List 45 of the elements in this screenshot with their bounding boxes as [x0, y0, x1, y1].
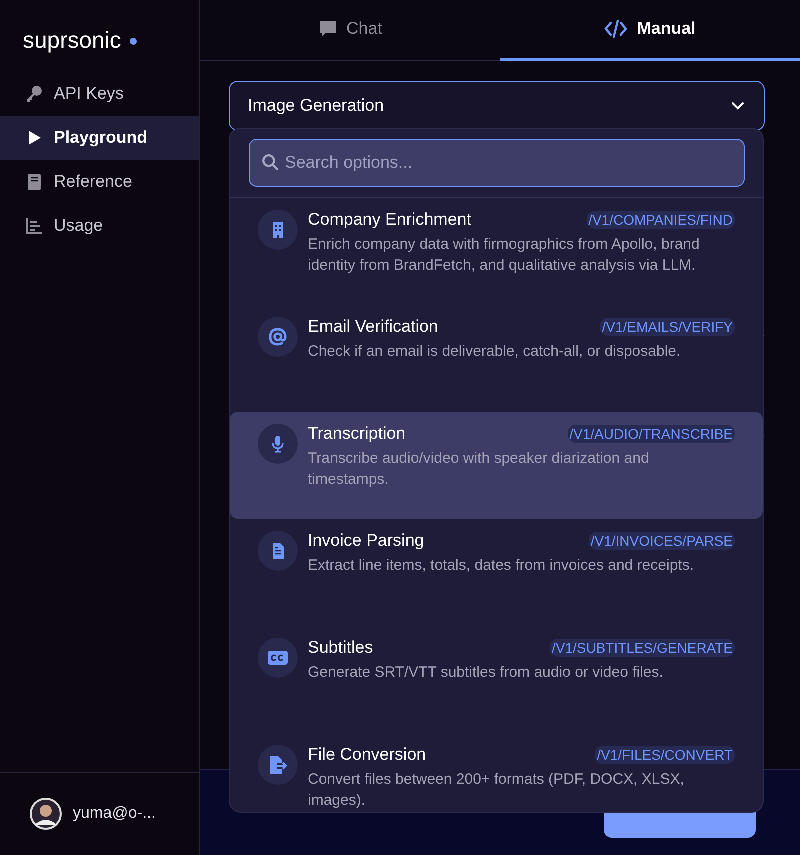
- chart-icon: [25, 217, 43, 235]
- avatar-icon[interactable]: [30, 798, 62, 830]
- option-description: Transcribe audio/video with speaker diarization and timestamps.: [308, 449, 650, 490]
- dropdown-option[interactable]: Company Enrichment /V1/COMPANIES/FIND Enrich company data with firmographics from Apollo, brand identity from BrandFetch, and qualitative analysis via LLM.: [230, 198, 763, 305]
- endpoint-path: /V1/COMPANIES/FIND: [586, 211, 735, 229]
- sidebar-item[interactable]: Playground: [0, 116, 199, 160]
- option-title: File Conversion: [308, 745, 426, 765]
- dropdown-option[interactable]: File Conversion /V1/FILES/CONVERT Convert files between 200+ formats (PDF, DOCX, XLSX, images).: [230, 733, 763, 812]
- dropdown-option[interactable]: Transcription /V1/AUDIO/TRANSCRIBE Transcribe audio/video with speaker diarization and timestamps.: [230, 412, 763, 519]
- search-field[interactable]: Search options...: [249, 139, 745, 187]
- endpoint-path: /V1/FILES/CONVERT: [595, 746, 735, 764]
- option-title: Invoice Parsing: [308, 531, 424, 551]
- closed-captions-icon: [267, 648, 289, 668]
- endpoint-path: /V1/SUBTITLES/GENERATE: [550, 639, 735, 657]
- dropdown-option[interactable]: Subtitles /V1/SUBTITLES/GENERATE Generate SRT/VTT subtitles from audio or video files.: [230, 626, 763, 733]
- option-title: Company Enrichment: [308, 210, 472, 230]
- sidebar-item[interactable]: Usage: [0, 204, 199, 248]
- user-email[interactable]: yuma@o-...: [73, 805, 156, 823]
- option-title: Transcription: [308, 424, 406, 444]
- option-title: Email Verification: [308, 317, 438, 337]
- chat-bubble-icon: [318, 19, 338, 39]
- option-description: Check if an email is deliverable, catch-all, or disposable.: [308, 342, 682, 362]
- endpoint-path: /V1/INVOICES/PARSE: [588, 532, 735, 550]
- option-description: Enrich company data with firmographics from Apollo, brand identity from BrandFetch, and qualitative analysis via LLM.: [308, 235, 701, 276]
- option-title: Subtitles: [308, 638, 374, 658]
- chevron-down-icon: [732, 102, 744, 110]
- brand-name: suprsonic: [23, 26, 122, 54]
- status-dot-icon: [130, 38, 138, 44]
- tab[interactable]: Chat: [200, 0, 500, 61]
- option-description: Extract line items, totals, dates from invoices and receipts.: [308, 556, 695, 576]
- option-description: Convert files between 200+ formats (PDF, DOCX, XLSX, images).: [308, 770, 686, 811]
- file-export-icon: [267, 754, 289, 776]
- endpoint-path: /V1/AUDIO/TRANSCRIBE: [568, 425, 735, 443]
- at-sign-icon: [268, 327, 288, 347]
- endpoint-select[interactable]: Image Generation: [229, 81, 765, 131]
- dropdown-option[interactable]: Invoice Parsing /V1/INVOICES/PARSE Extract line items, totals, dates from invoices and receipts.: [230, 519, 763, 626]
- key-icon: [25, 85, 43, 103]
- sidebar-item[interactable]: API Keys: [0, 72, 199, 116]
- option-description: Generate SRT/VTT subtitles from audio or video files.: [308, 663, 664, 683]
- dropdown-option[interactable]: Email Verification /V1/EMAILS/VERIFY Check if an email is deliverable, catch-all, or disposable.: [230, 305, 763, 412]
- endpoint-path: /V1/EMAILS/VERIFY: [600, 318, 735, 336]
- code-icon: [604, 19, 628, 39]
- book-icon: [25, 173, 43, 191]
- sidebar-item[interactable]: Reference: [0, 160, 199, 204]
- tab[interactable]: Manual: [500, 0, 800, 61]
